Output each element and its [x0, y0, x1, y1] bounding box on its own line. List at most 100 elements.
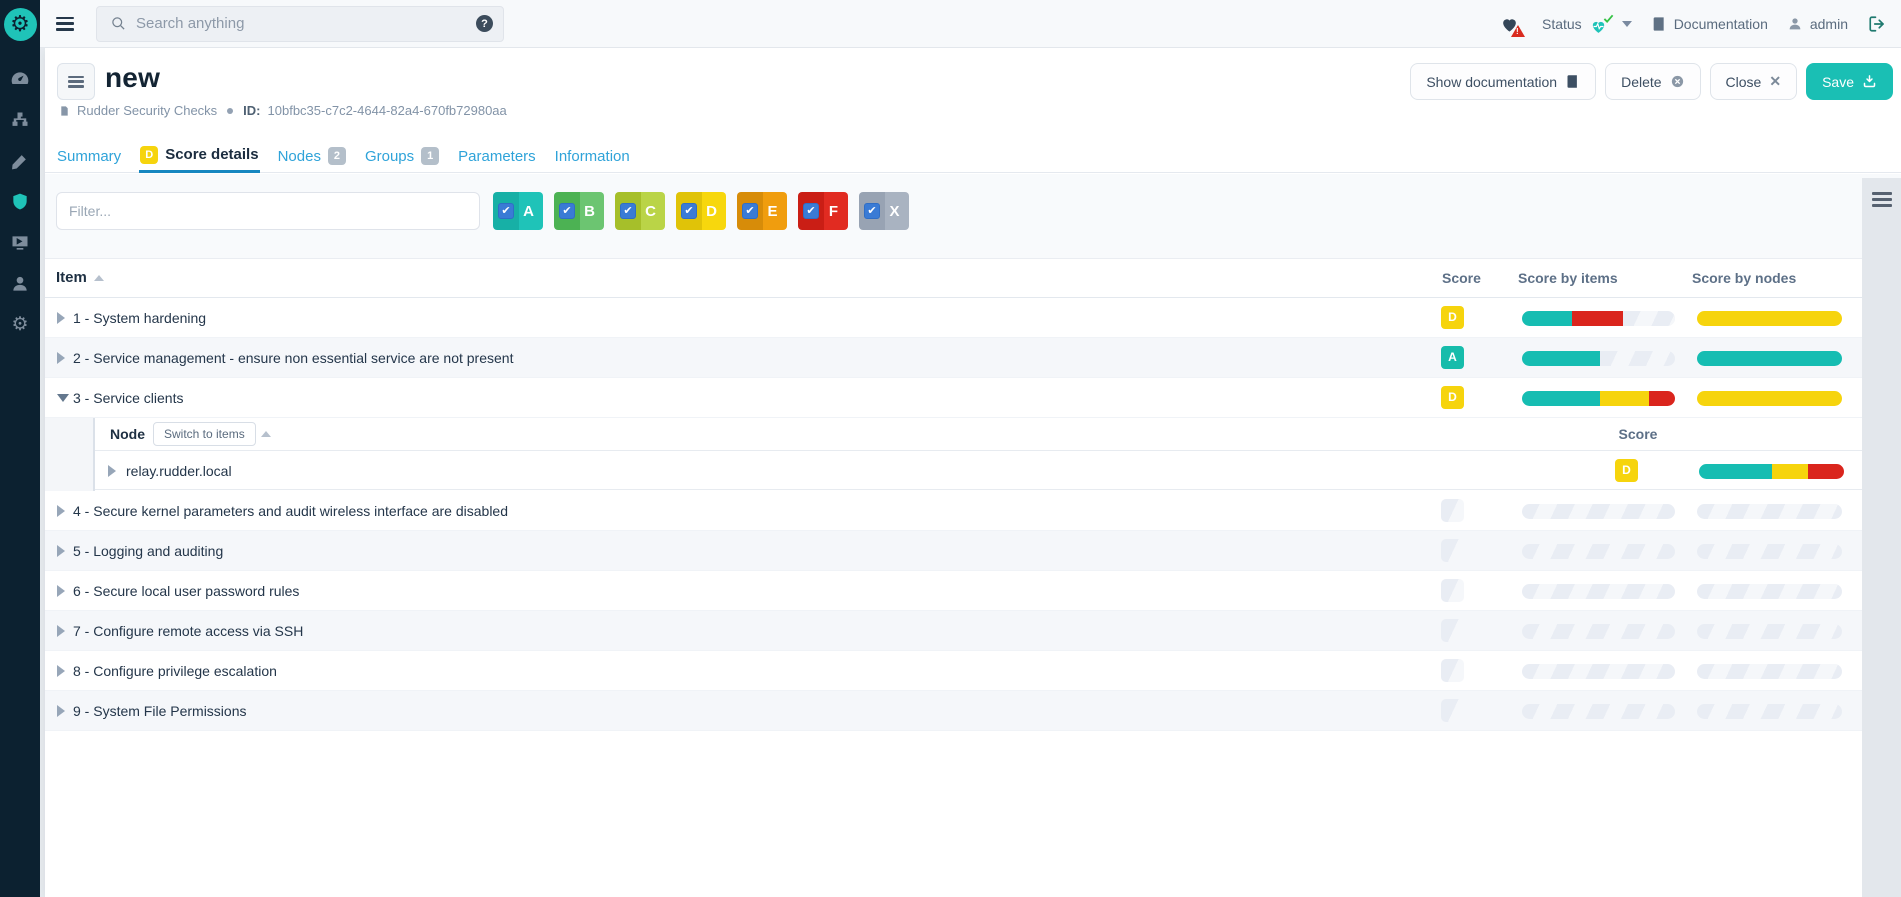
- sidebar-item-configurations[interactable]: [0, 140, 40, 181]
- sidebar-item-dashboard[interactable]: [0, 58, 40, 99]
- status-menu[interactable]: Status: [1542, 13, 1632, 35]
- node-column-label: Node: [110, 426, 145, 442]
- column-header-item[interactable]: Item: [56, 269, 104, 286]
- expand-caret-icon[interactable]: [108, 465, 116, 477]
- score-filter-a[interactable]: ✔A: [493, 192, 543, 230]
- tab-summary[interactable]: Summary: [56, 139, 122, 173]
- documentation-link[interactable]: Documentation: [1651, 15, 1768, 33]
- table-row[interactable]: 1 - System hardeningD: [45, 298, 1862, 338]
- sort-asc-icon[interactable]: [261, 431, 271, 437]
- tab-label: Parameters: [458, 148, 536, 165]
- table-row[interactable]: 9 - System File Permissions: [45, 691, 1862, 731]
- score-filter-c[interactable]: ✔C: [615, 192, 665, 230]
- checkbox-icon[interactable]: ✔: [620, 203, 636, 219]
- menu-toggle-button[interactable]: [56, 17, 74, 31]
- score-badge: A: [1441, 346, 1464, 369]
- score-badge: D: [1441, 386, 1464, 409]
- logout-button[interactable]: [1867, 15, 1887, 33]
- user-menu[interactable]: admin: [1787, 16, 1848, 32]
- checkbox-icon[interactable]: ✔: [498, 203, 514, 219]
- score-bar-segment: [1699, 464, 1772, 479]
- nested-area: NodeSwitch to itemsScorerelay.rudder.loc…: [93, 418, 1862, 491]
- expand-caret-icon[interactable]: [57, 312, 65, 324]
- tab-score-details[interactable]: DScore details: [139, 139, 259, 173]
- status-label: Status: [1542, 16, 1582, 32]
- expand-caret-icon[interactable]: [57, 545, 65, 557]
- checkbox-icon[interactable]: ✔: [742, 203, 758, 219]
- sitemap-icon: [10, 110, 30, 130]
- score-filter-e[interactable]: ✔E: [737, 192, 787, 230]
- node-score-bar: [1699, 464, 1844, 479]
- checkbox-icon[interactable]: ✔: [864, 203, 880, 219]
- documentation-label: Documentation: [1674, 16, 1768, 32]
- status-health-icon: [1589, 13, 1615, 35]
- table-row[interactable]: 2 - Service management - ensure non esse…: [45, 338, 1862, 378]
- score-bar-segment: [1772, 464, 1808, 479]
- rudder-logo[interactable]: ⚙: [0, 0, 40, 48]
- checkbox-icon[interactable]: ✔: [803, 203, 819, 219]
- checkbox-icon[interactable]: ✔: [559, 203, 575, 219]
- warning-badge-icon: !: [1511, 25, 1525, 37]
- item-label: 2 - Service management - ensure non esse…: [73, 350, 513, 366]
- screen-icon: [10, 233, 30, 253]
- score-table-body: 1 - System hardeningD 2 - Service managem…: [45, 298, 1862, 731]
- score-by-items-placeholder: [1522, 544, 1675, 559]
- table-row[interactable]: 6 - Secure local user password rules: [45, 571, 1862, 611]
- username-label: admin: [1810, 16, 1848, 32]
- table-row[interactable]: 8 - Configure privilege escalation: [45, 651, 1862, 691]
- score-badge-placeholder: [1441, 699, 1464, 722]
- expand-caret-icon[interactable]: [57, 505, 65, 517]
- filter-input[interactable]: [56, 192, 480, 230]
- tab-label: Groups: [365, 148, 414, 165]
- item-label: 8 - Configure privilege escalation: [73, 663, 277, 679]
- score-filter-label: B: [575, 203, 604, 220]
- score-filter-f[interactable]: ✔F: [798, 192, 848, 230]
- tab-parameters[interactable]: Parameters: [457, 139, 537, 173]
- health-alerts-button[interactable]: !: [1499, 13, 1523, 35]
- score-bar-empty-segment: [1697, 504, 1842, 519]
- score-toolbar: ✔A✔B✔C✔D✔E✔F✔X: [45, 174, 1901, 258]
- score-badge-placeholder: [1441, 499, 1464, 522]
- right-panel-strip: [1862, 178, 1901, 897]
- sidebar-item-security[interactable]: [0, 181, 40, 222]
- score-bar-segment: [1522, 311, 1572, 326]
- score-filter-b[interactable]: ✔B: [554, 192, 604, 230]
- tab-groups[interactable]: Groups1: [364, 139, 440, 173]
- sidebar-item-settings[interactable]: ⚙: [0, 304, 40, 345]
- score-bar-segment: [1572, 311, 1622, 326]
- sidebar-item-nodes[interactable]: [0, 99, 40, 140]
- table-row[interactable]: 4 - Secure kernel parameters and audit w…: [45, 491, 1862, 531]
- tab-nodes[interactable]: Nodes2: [277, 139, 347, 173]
- expand-caret-icon[interactable]: [57, 625, 65, 637]
- switch-to-items-button[interactable]: Switch to items: [153, 422, 256, 446]
- table-options-icon[interactable]: [1872, 192, 1892, 207]
- sidebar-item-system[interactable]: [0, 222, 40, 263]
- score-bar-segment: [1522, 351, 1600, 366]
- app-sidebar: ⚙ ⚙: [0, 0, 40, 897]
- checkbox-icon[interactable]: ✔: [681, 203, 697, 219]
- score-bar-empty-segment: [1522, 704, 1675, 719]
- score-filter-d[interactable]: ✔D: [676, 192, 726, 230]
- search-input[interactable]: [126, 15, 476, 32]
- item-label: 7 - Configure remote access via SSH: [73, 623, 303, 639]
- score-by-nodes-bar: [1697, 311, 1842, 326]
- collapse-caret-icon[interactable]: [57, 394, 69, 402]
- expand-caret-icon[interactable]: [57, 665, 65, 677]
- expand-caret-icon[interactable]: [57, 585, 65, 597]
- score-filter-label: C: [636, 203, 665, 220]
- table-row[interactable]: 3 - Service clientsD: [45, 378, 1862, 418]
- help-icon[interactable]: ?: [476, 15, 493, 32]
- expand-caret-icon[interactable]: [57, 705, 65, 717]
- tab-badge: D: [140, 146, 158, 164]
- node-row[interactable]: relay.rudder.localD: [95, 451, 1862, 490]
- score-bar-empty-segment: [1697, 624, 1842, 639]
- table-row[interactable]: 7 - Configure remote access via SSH: [45, 611, 1862, 651]
- score-by-nodes-placeholder: [1697, 664, 1842, 679]
- expand-caret-icon[interactable]: [57, 352, 65, 364]
- tab-information[interactable]: Information: [554, 139, 631, 173]
- table-row[interactable]: 5 - Logging and auditing: [45, 531, 1862, 571]
- item-column-label: Item: [56, 269, 87, 286]
- pencil-icon: [10, 151, 30, 171]
- sidebar-item-users[interactable]: [0, 263, 40, 304]
- score-filter-x[interactable]: ✔X: [859, 192, 909, 230]
